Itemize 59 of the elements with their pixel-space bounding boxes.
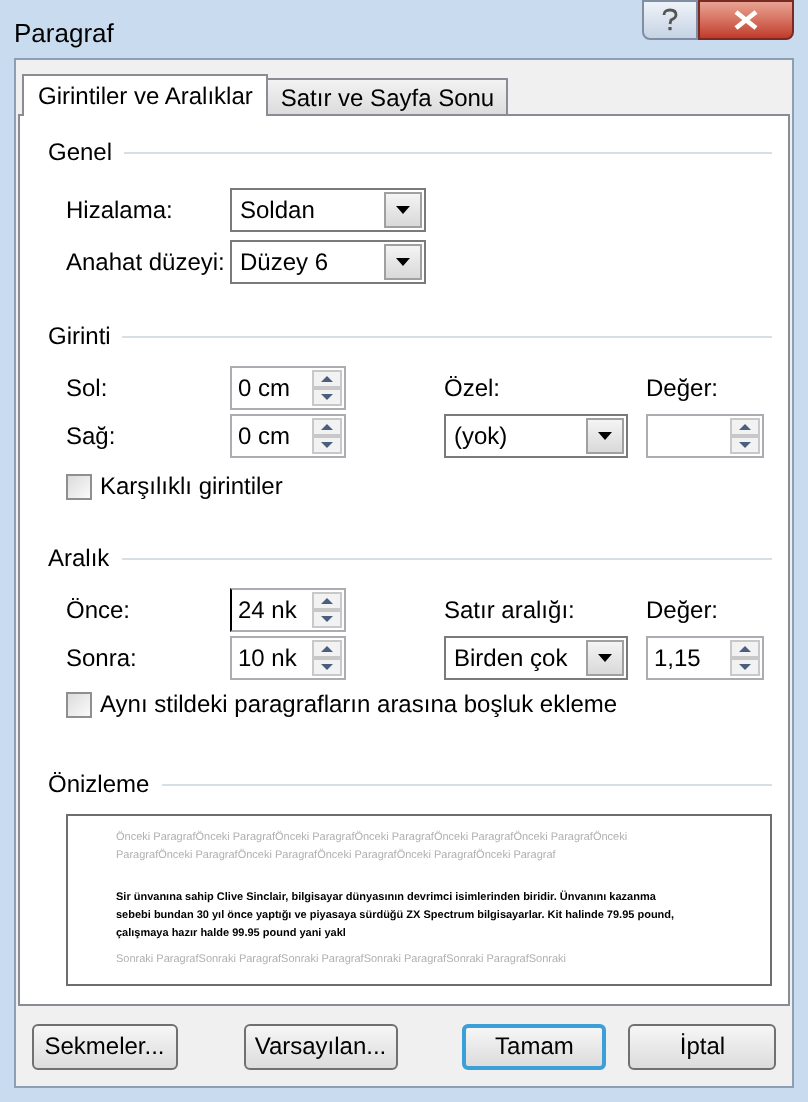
spin-field[interactable]: 10 nk [230, 636, 346, 680]
field-label: Önce: [66, 594, 133, 628]
spin-up-icon[interactable] [730, 418, 760, 436]
window-title: Paragraf [14, 16, 116, 52]
checkbox-label: Karşılıklı girintiler [100, 470, 283, 504]
checkbox[interactable] [66, 691, 92, 717]
dropdown-button[interactable] [586, 640, 624, 676]
dropdown[interactable]: Birden çok [444, 636, 628, 680]
section-title: Girinti [48, 320, 111, 354]
close-button[interactable] [698, 0, 794, 40]
field-label: Değer: [646, 372, 719, 406]
checkbox[interactable] [66, 473, 92, 499]
dropdown[interactable]: Soldan [230, 188, 426, 232]
dropdown[interactable]: Düzey 6 [230, 240, 426, 284]
help-button[interactable] [642, 0, 698, 40]
spin-up-icon[interactable] [730, 640, 760, 658]
caret-icon [396, 206, 410, 214]
dialog-button[interactable]: Sekmeler... [32, 1023, 177, 1069]
field-label: Hizalama: [66, 194, 175, 228]
spin-up-icon[interactable] [312, 592, 342, 610]
caret-icon [598, 432, 612, 440]
dropdown-button[interactable] [384, 192, 422, 228]
caret-icon [396, 258, 410, 266]
spin-field[interactable]: 0 cm [230, 414, 346, 458]
spin-down-icon[interactable] [312, 388, 342, 406]
field-label: Anahat düzeyi: [66, 246, 227, 280]
close-icon [734, 10, 758, 30]
field-label: Sonra: [66, 642, 139, 676]
spin-up-icon[interactable] [312, 640, 342, 658]
spin-down-icon[interactable] [730, 436, 760, 454]
spin-up-icon[interactable] [312, 418, 342, 436]
section-title: Genel [48, 136, 113, 170]
dropdown-button[interactable] [586, 418, 624, 454]
dialog-button[interactable]: Varsayılan... [243, 1023, 398, 1069]
dropdown-button[interactable] [384, 244, 422, 280]
section-title: Önizleme [48, 768, 150, 802]
spin-down-icon[interactable] [730, 658, 760, 676]
spin-field[interactable]: 24 nk [230, 588, 346, 632]
field-label: Değer: [646, 594, 719, 628]
spin-field[interactable]: 0 cm [230, 366, 346, 410]
help-icon [662, 8, 678, 32]
field-label: Satır aralığı: [444, 594, 577, 628]
dialog-button[interactable]: İptal [628, 1023, 776, 1069]
spin-down-icon[interactable] [312, 610, 342, 628]
spin-field[interactable] [646, 414, 764, 458]
section-title: Aralık [48, 542, 110, 576]
spin-field[interactable]: 1,15 [646, 636, 764, 680]
spin-up-icon[interactable] [312, 370, 342, 388]
spin-down-icon[interactable] [312, 436, 342, 454]
spin-down-icon[interactable] [312, 658, 342, 676]
dialog-button[interactable]: Tamam [461, 1023, 607, 1069]
checkbox-label: Aynı stildeki paragrafların arasına boşluk ekleme [100, 688, 618, 722]
tab[interactable]: Satır ve Sayfa Sonu [268, 78, 509, 114]
field-label: Sol: [66, 372, 110, 406]
tab[interactable]: Girintiler ve Aralıklar [22, 74, 269, 116]
dropdown[interactable]: (yok) [444, 414, 628, 458]
field-label: Sağ: [66, 420, 118, 454]
field-label: Özel: [444, 372, 503, 406]
caret-icon [598, 654, 612, 662]
